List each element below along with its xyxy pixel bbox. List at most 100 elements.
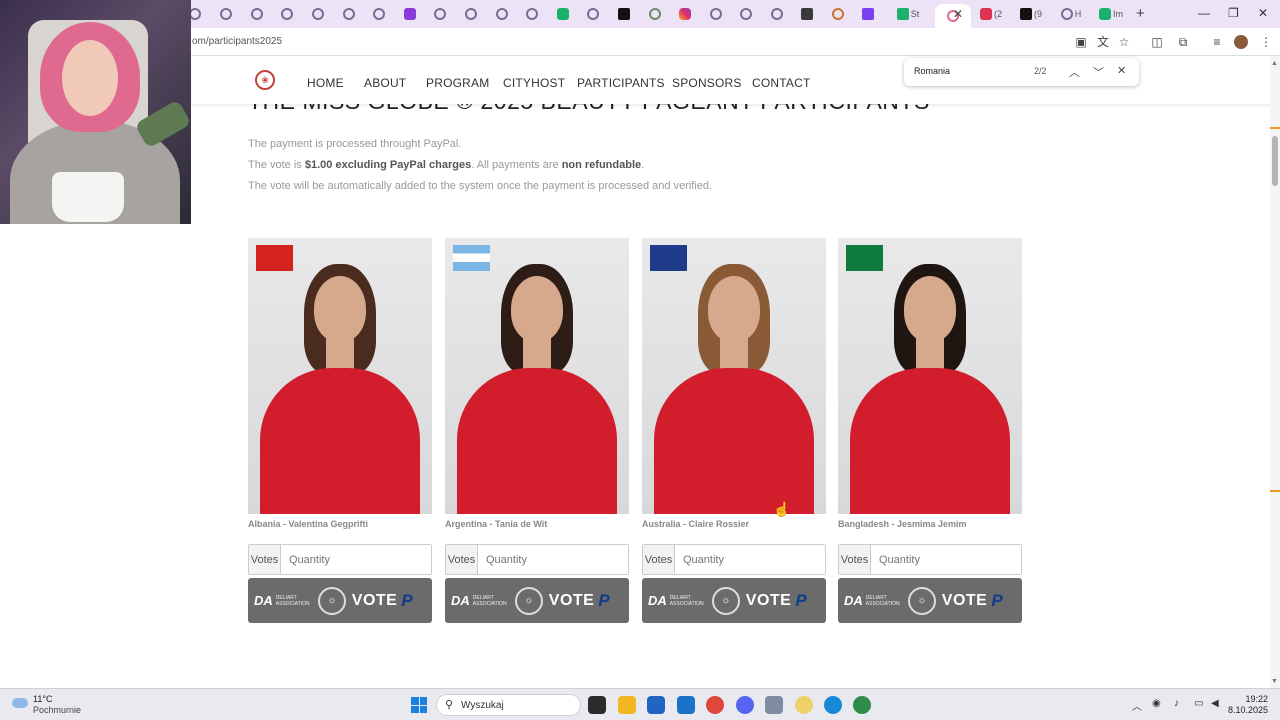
app-icon[interactable] [795,696,813,714]
participant-photo[interactable] [248,238,432,514]
browser-tab[interactable] [211,4,241,24]
clock-date[interactable]: 8.10.2025 [1222,705,1268,715]
translate-icon[interactable]: 文 [1096,35,1110,49]
quantity-input[interactable] [675,545,825,574]
browser-tab[interactable]: (9 [1016,4,1046,24]
participant-card: Australia - Claire Rossier Votes DA DELI… [642,238,826,623]
browser-tab[interactable] [609,4,639,24]
store-icon[interactable] [647,696,665,714]
browser-tab[interactable]: H [1056,4,1086,24]
find-previous-icon[interactable]: ︿ [1069,64,1080,80]
browser-tab[interactable] [670,4,700,24]
tab-label: (9 [1033,9,1042,19]
nav-sponsors[interactable]: SPONSORS [672,76,742,90]
network-icon[interactable]: ▭ [1194,698,1203,709]
quantity-input[interactable] [478,545,628,574]
nav-about[interactable]: ABOUT [364,76,406,90]
browser-tab[interactable]: St [893,4,923,24]
nav-participants[interactable]: PARTICIPANTS [577,76,665,90]
nav-program[interactable]: PROGRAM [426,76,489,90]
browser-tab[interactable] [303,4,333,24]
nav-contact[interactable]: CONTACT [752,76,811,90]
search-icon: ⚲ [445,699,454,711]
vote-paypal-button[interactable]: DA DELIART ASSOCIATION ☼ VOTE P [838,578,1022,623]
paypal-icon: P [991,590,1003,610]
participant-photo[interactable] [445,238,629,514]
browser-tab[interactable] [762,4,792,24]
quantity-input[interactable] [871,545,1021,574]
settings-app-icon[interactable] [765,696,783,714]
bookmark-star-icon[interactable]: ☆ [1117,35,1131,49]
microphone-tray-icon[interactable]: ♪ [1174,698,1179,709]
seal-icon: ☼ [907,586,936,615]
outlook-icon[interactable] [677,696,695,714]
browser-tab[interactable] [701,4,731,24]
edge-icon[interactable] [824,696,842,714]
browser-tab[interactable] [517,4,547,24]
site-logo-icon[interactable]: ❀ [255,70,275,90]
windows-start-icon[interactable] [411,697,427,713]
browser-tab[interactable] [792,4,822,24]
votes-input-group: Votes [642,544,826,575]
window-close-icon[interactable]: ✕ [1258,6,1268,20]
browser-tab[interactable]: Im [1096,4,1126,24]
profile-avatar[interactable] [1234,35,1248,49]
discord-icon[interactable] [736,696,754,714]
scroll-up-icon[interactable]: ▲ [1271,60,1278,67]
browser-tab[interactable] [272,4,302,24]
quantity-input[interactable] [281,545,431,574]
app-green-icon[interactable] [853,696,871,714]
security-tray-icon[interactable]: ◉ [1152,698,1161,709]
browser-tab[interactable] [578,4,608,24]
file-explorer-icon[interactable] [618,696,636,714]
weather-temperature[interactable]: 11°C [33,694,52,704]
cloud-icon[interactable] [12,698,28,708]
browser-tab[interactable] [823,4,853,24]
tray-overflow-icon[interactable]: ︿ [1132,698,1142,713]
puzzle-icon[interactable]: ⧉ [1176,35,1190,49]
vote-paypal-button[interactable]: DA DELIART ASSOCIATION ☼ VOTE P [248,578,432,623]
extension-icon[interactable]: ◫ [1150,35,1164,49]
browser-tab[interactable] [242,4,272,24]
volume-icon[interactable]: ◀ [1211,698,1219,709]
argentina-flag-icon [453,245,490,271]
browser-tab[interactable]: (2 [976,4,1006,24]
clock-time[interactable]: 19:22 [1232,694,1268,704]
browser-tab[interactable] [334,4,364,24]
browser-tab[interactable] [425,4,455,24]
find-close-icon[interactable]: ✕ [1117,64,1126,77]
browser-tab[interactable] [548,4,578,24]
taskbar-search[interactable]: ⚲ Wyszukaj [436,694,581,716]
browser-tab[interactable] [853,4,883,24]
media-icon[interactable]: ≡ [1210,35,1224,49]
loading-tab-icon [373,8,385,20]
url-field[interactable]: om/participants2025 [192,36,282,47]
chrome-icon[interactable] [706,696,724,714]
maximize-icon[interactable]: ❐ [1228,6,1239,20]
find-next-icon[interactable]: ﹀ [1093,64,1104,80]
task-view-icon[interactable] [588,696,606,714]
scrollbar-thumb[interactable] [1272,136,1278,186]
browser-tab[interactable] [364,4,394,24]
browser-tab[interactable] [395,4,425,24]
participant-photo[interactable] [642,238,826,514]
minimize-icon[interactable]: — [1198,6,1210,20]
browser-tab[interactable] [487,4,517,24]
browser-tab[interactable] [640,4,670,24]
find-match-marker [1270,127,1280,129]
new-tab-button[interactable]: + [1136,5,1145,22]
find-query-input[interactable]: Romania [914,66,950,76]
scroll-down-icon[interactable]: ▼ [1271,678,1278,685]
browser-tab[interactable] [456,4,486,24]
reader-icon[interactable]: ▣ [1074,35,1088,49]
nav-cityhost[interactable]: CITYHOST [503,76,565,90]
weather-condition[interactable]: Pochmurnie [33,705,81,715]
browser-tab[interactable] [731,4,761,24]
webcam-overlay [0,0,191,224]
vote-paypal-button[interactable]: DA DELIART ASSOCIATION ☼ VOTE P [642,578,826,623]
menu-kebab-icon[interactable]: ⋮ [1259,35,1273,49]
nav-home[interactable]: HOME [307,76,344,90]
close-tab-icon[interactable]: ✕ [953,7,963,21]
participant-photo[interactable] [838,238,1022,514]
vote-paypal-button[interactable]: DA DELIART ASSOCIATION ☼ VOTE P [445,578,629,623]
